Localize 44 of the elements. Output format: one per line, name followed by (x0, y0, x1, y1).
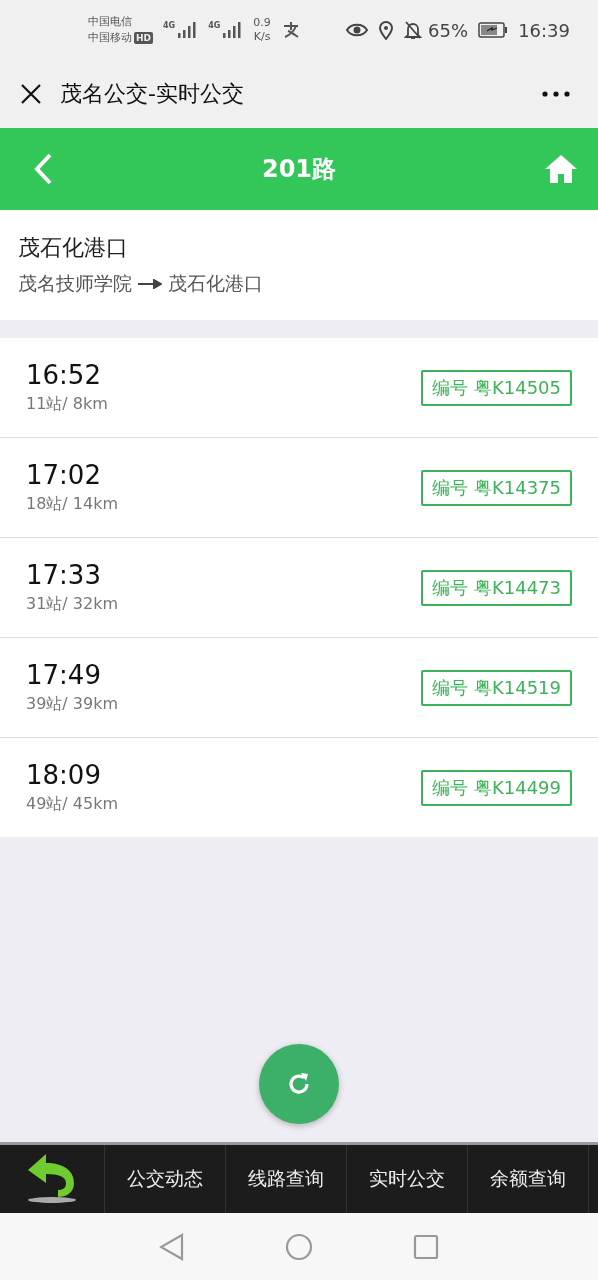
eye-icon (346, 22, 369, 38)
hd-badge: HD (134, 32, 153, 44)
stops-distance: 39站/ 39km (26, 694, 119, 715)
battery-charging-icon (478, 22, 509, 38)
clock: 16:39 (518, 19, 570, 41)
back-nav-icon[interactable] (159, 1232, 185, 1261)
arrival-time: 17:49 (26, 660, 102, 690)
arrow-icon (138, 279, 162, 289)
plate-tag: 编号 粤K14505 (421, 369, 572, 406)
page-title: 茂名公交-实时公交 (60, 80, 245, 108)
plate-tag: 编号 粤K14499 (421, 769, 572, 806)
signal-icon (221, 21, 244, 39)
route-title: 201路 (261, 154, 337, 185)
plate-tag: 编号 粤K14473 (421, 569, 572, 606)
location-icon (378, 20, 395, 40)
arrival-time: 17:33 (26, 560, 102, 590)
stops-distance: 31站/ 32km (26, 594, 119, 615)
recents-nav-icon[interactable] (413, 1233, 439, 1260)
destination-name: 茂石化港口 (18, 234, 129, 262)
plate-tag: 编号 粤K14519 (421, 669, 572, 706)
close-icon[interactable] (20, 83, 42, 105)
stops-distance: 49站/ 45km (26, 794, 119, 815)
arrival-time: 17:02 (26, 460, 102, 490)
terminal-stop: 茂石化港口 (168, 271, 263, 296)
arrival-time: 18:09 (26, 760, 102, 790)
speed-value: 0.9 (253, 16, 271, 30)
battery-percent: 65% (428, 19, 469, 41)
network-label: 4G (208, 21, 221, 30)
mute-bell-icon (404, 20, 423, 40)
carrier-name: 中国移动 (88, 30, 132, 46)
arrival-time: 16:52 (26, 360, 102, 390)
plate-tag: 编号 粤K14375 (421, 469, 572, 506)
more-icon[interactable] (542, 91, 570, 97)
stops-distance: 18站/ 14km (26, 494, 119, 515)
stops-distance: 11站/ 8km (26, 394, 108, 415)
refresh-button[interactable] (259, 1044, 339, 1124)
network-label: 4G (163, 21, 176, 30)
speed-unit: K/s (253, 30, 271, 44)
carrier-name: 中国电信 (88, 14, 133, 30)
signal-icon (176, 21, 199, 39)
home-icon[interactable] (544, 154, 578, 184)
home-nav-icon[interactable] (285, 1232, 313, 1261)
origin-stop: 茂名技师学院 (18, 271, 132, 296)
back-icon[interactable] (32, 152, 54, 186)
